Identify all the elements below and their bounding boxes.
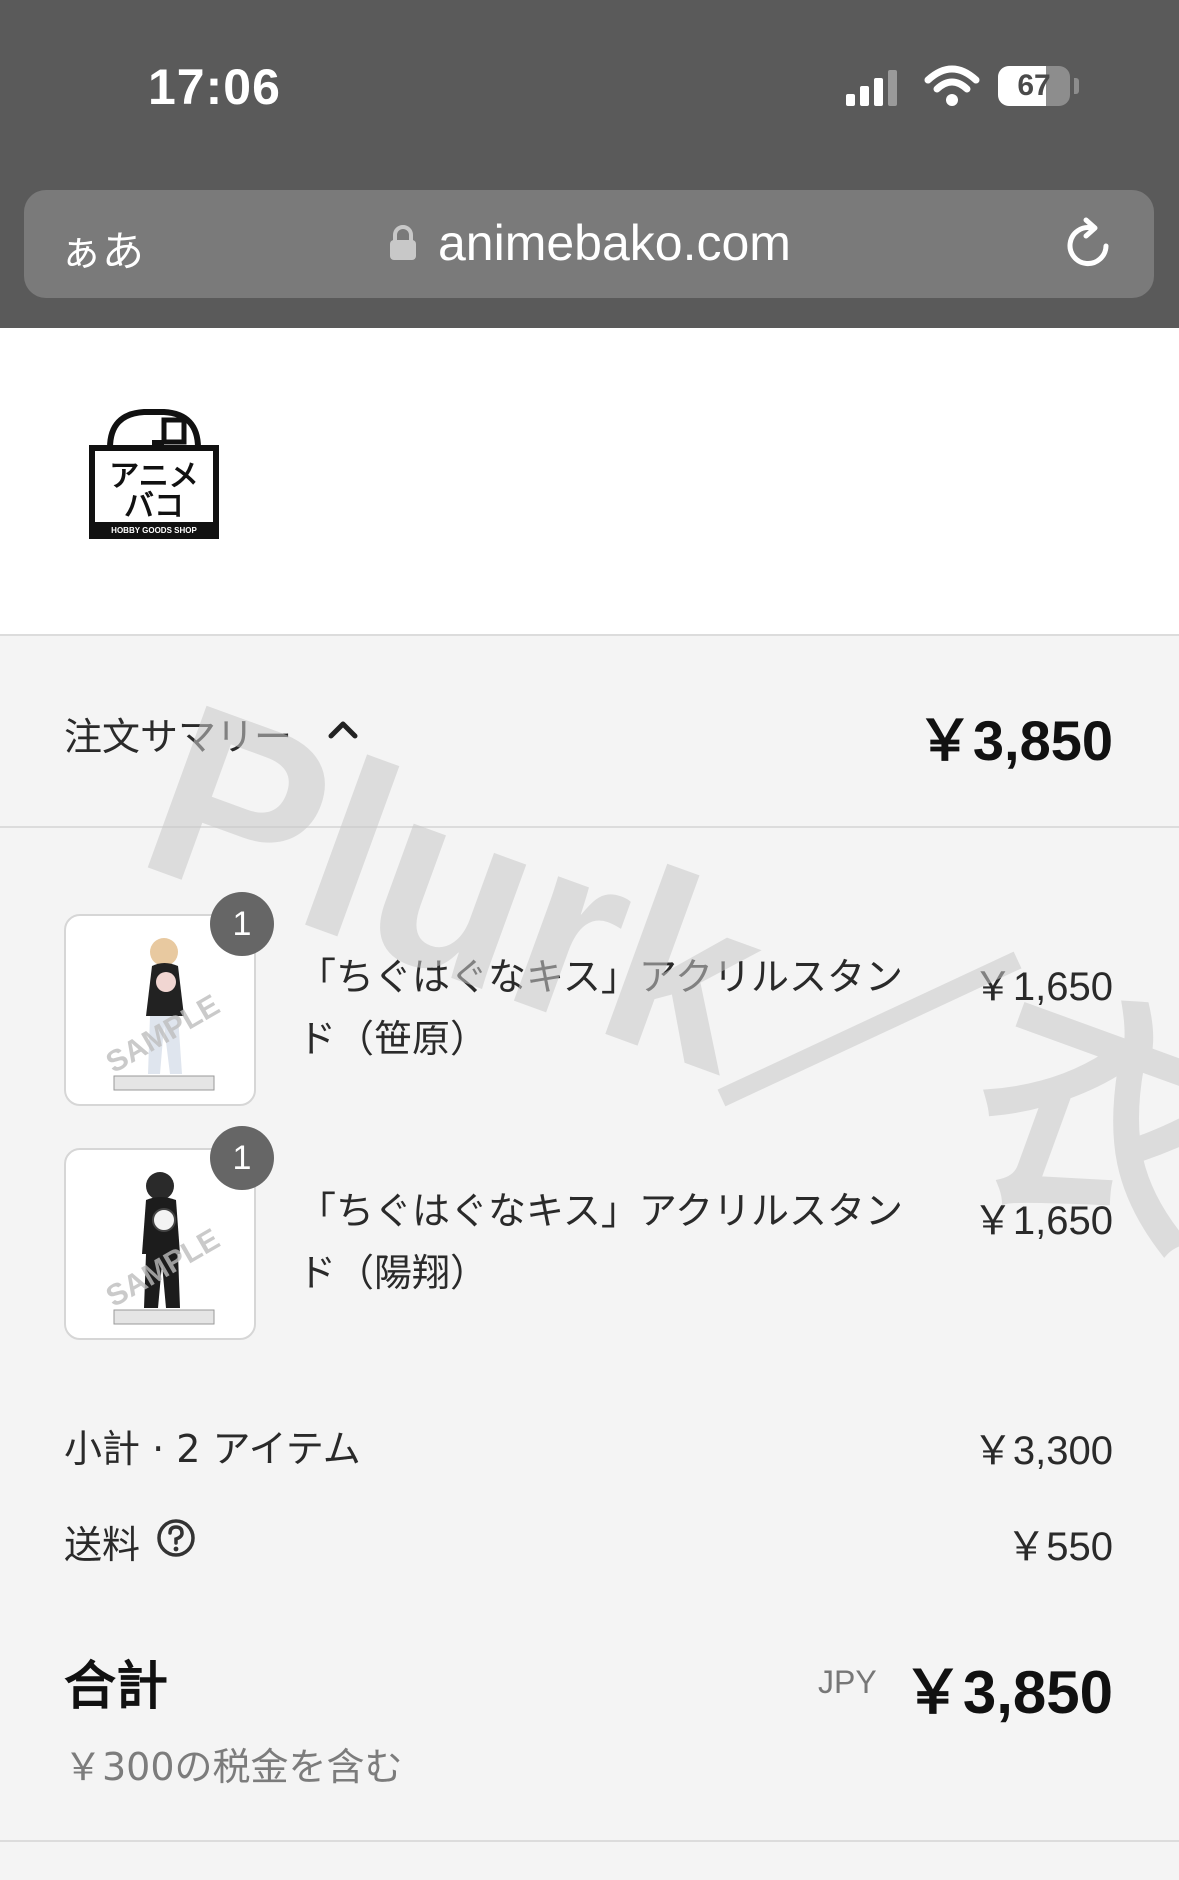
reload-icon[interactable] — [1062, 216, 1116, 272]
total-value: ￥3,850 — [902, 1659, 1113, 1726]
url-text[interactable]: animebako.com — [438, 214, 791, 272]
currency-code: JPY — [818, 1664, 877, 1700]
divider — [0, 1840, 1179, 1842]
cellular-signal-icon — [846, 70, 897, 106]
chevron-up-icon — [328, 721, 358, 739]
line-item: SAMPLE 1 「ちぐはぐなキス」アクリルスタンド（陽翔） ￥1,650 — [0, 1126, 1179, 1348]
order-summary-label: 注文サマリー — [64, 715, 293, 759]
item-name: 「ちぐはぐなキス」アクリルスタンド（笹原） — [298, 955, 903, 1061]
order-summary-toggle[interactable]: 注文サマリー ￥3,850 — [0, 636, 1179, 828]
battery-icon: 67 — [998, 66, 1070, 106]
quantity-badge: 1 — [210, 892, 274, 956]
shop-logo[interactable]: アニメ バコ HOBBY GOODS SHOP — [88, 404, 220, 540]
text-size-button[interactable]: ぁあ — [60, 218, 144, 279]
subtotal-value: ￥3,300 — [972, 1429, 1113, 1473]
lock-icon — [390, 225, 416, 260]
subtotal-label: 小計 · 2 アイテム — [64, 1427, 361, 1471]
help-icon[interactable] — [156, 1518, 196, 1558]
tax-note: ￥300の税金を含む — [64, 1745, 403, 1789]
item-price: ￥1,650 — [972, 965, 1113, 1009]
line-item: SAMPLE 1 「ちぐはぐなキス」アクリルスタンド（笹原） ￥1,650 — [0, 892, 1179, 1114]
address-bar[interactable]: ぁあ animebako.com — [24, 190, 1154, 298]
status-time: 17:06 — [148, 59, 281, 115]
order-summary-total: ￥3,850 — [916, 709, 1113, 772]
logo-tagline: HOBBY GOODS SHOP — [111, 526, 197, 535]
shipping-value: ￥550 — [1006, 1525, 1113, 1569]
total-label: 合計 — [64, 1657, 169, 1717]
shop-header: アニメ バコ HOBBY GOODS SHOP — [0, 328, 1179, 636]
battery-cap — [1074, 78, 1079, 94]
battery-level: 67 — [1017, 69, 1051, 102]
logo-text-2: バコ — [124, 489, 184, 524]
item-price: ￥1,650 — [972, 1199, 1113, 1243]
shipping-label: 送料 — [64, 1523, 141, 1567]
quantity-badge: 1 — [210, 1126, 274, 1190]
item-name: 「ちぐはぐなキス」アクリルスタンド（陽翔） — [298, 1189, 903, 1295]
wifi-icon — [924, 65, 980, 106]
browser-header: 17:06 67 ぁあ animebako.com — [0, 0, 1179, 328]
